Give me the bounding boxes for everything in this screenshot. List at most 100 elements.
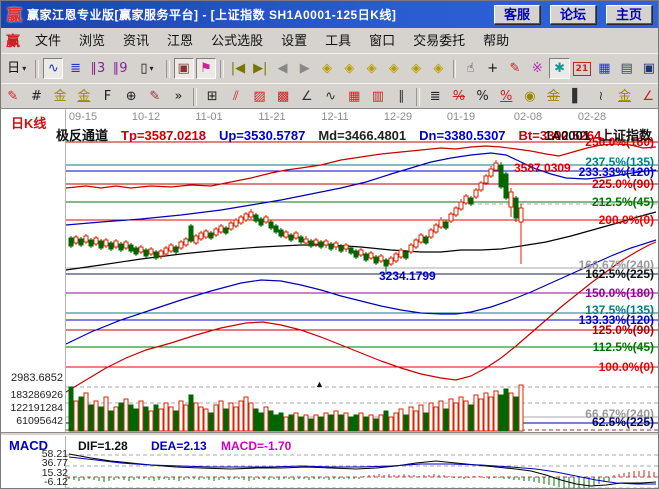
candle-style-button[interactable]: ▯▾: [132, 58, 161, 79]
red-grid-b-icon: ▥: [372, 90, 384, 103]
channel-tp-value: Tp=3587.0218: [121, 128, 206, 143]
gold-grid-b-icon: 金: [77, 90, 90, 103]
candle-style-icon: ▯: [140, 62, 147, 75]
percent-strike-icon: %: [453, 90, 465, 103]
menu-item-8[interactable]: 交易委托: [404, 29, 474, 53]
customer-service-button[interactable]: 客服: [494, 5, 540, 24]
menu-item-3[interactable]: 江恩: [158, 29, 202, 53]
gann-grid-icon: #: [31, 90, 42, 103]
date-tick-10-12: 10-12: [132, 111, 160, 123]
menu-item-6[interactable]: 工具: [316, 29, 360, 53]
calculator-button[interactable]: ▦: [594, 58, 614, 79]
date-tick-01-19: 01-19: [447, 111, 475, 123]
forum-button[interactable]: 论坛: [550, 5, 596, 24]
diamond-shift-right-button[interactable]: ◈: [317, 58, 337, 79]
toolbar-separator: [193, 88, 197, 106]
annotate-pen-icon: ✎: [149, 90, 160, 103]
kline-style-icon: 日: [7, 62, 20, 75]
next-page-button[interactable]: ▶: [295, 58, 315, 79]
menu-item-7[interactable]: 窗口: [360, 29, 404, 53]
diamond-expand-h-button[interactable]: ◈: [406, 58, 426, 79]
diamond-close-button[interactable]: ◈: [384, 58, 404, 79]
trend-chart-button[interactable]: ∿: [43, 58, 63, 79]
channel-flag-button[interactable]: ⚑: [196, 58, 216, 79]
gold-strike-button[interactable]: 金: [543, 86, 565, 107]
gold-grid-a-button[interactable]: 金: [49, 86, 71, 107]
app-logo-icon: 赢: [7, 4, 22, 25]
menu-item-0[interactable]: 文件: [26, 29, 70, 53]
compass-tool-icon: ※: [532, 62, 543, 75]
menu-item-4[interactable]: 公式选股: [202, 29, 272, 53]
multiday-3-button[interactable]: ∥3: [88, 58, 108, 79]
fan-box-button[interactable]: ▨: [249, 86, 271, 107]
gann-fan-button[interactable]: ⫽: [225, 86, 247, 107]
save-icon: ▣: [643, 62, 655, 75]
percent-line-button[interactable]: %: [495, 86, 517, 107]
price-bars-icon: ≣: [430, 90, 441, 103]
gold-grid-b-button[interactable]: 金: [73, 86, 95, 107]
annotate-pen-button[interactable]: ✎: [144, 86, 166, 107]
diamond-compress-icon: ◈: [367, 62, 377, 75]
multiday-9-icon: ∥9: [113, 62, 128, 75]
channel-md-value: Md=3466.4801: [318, 128, 406, 143]
dropdown-caret-icon: ▾: [22, 65, 26, 73]
app-window: 赢 赢家江恩专业版[赢家服务平台] - [上证指数 SH1A0001-125日K…: [0, 0, 659, 489]
parallel-lines-button[interactable]: ∥: [391, 86, 413, 107]
candle-pen-button[interactable]: ▌: [566, 86, 588, 107]
last-page-button[interactable]: ▶|: [250, 58, 270, 79]
calendar-button[interactable]: 21: [572, 58, 593, 79]
quote-list-button[interactable]: ≣: [65, 58, 85, 79]
percent-button[interactable]: %: [472, 86, 494, 107]
f-grid-button[interactable]: F: [97, 86, 119, 107]
symbol-name: 上证指数: [600, 128, 652, 143]
pattern-box-button[interactable]: ▩: [272, 86, 294, 107]
more-tools-button[interactable]: »: [168, 86, 190, 107]
diamond-shift-left-button[interactable]: ◈: [339, 58, 359, 79]
compass-tool-button[interactable]: ※: [527, 58, 547, 79]
price-bars-button[interactable]: ≣: [424, 86, 446, 107]
window-title: 赢家江恩专业版[赢家服务平台] - [上证指数 SH1A0001-125日K线]: [27, 6, 396, 23]
toolbar-drawing: ✎#金金F⊕✎»⊞⫽▨▩∠∿▦▥∥≣%%%◉金▌≀金∠: [1, 83, 659, 110]
gann-grid-button[interactable]: #: [26, 86, 48, 107]
angle-tool-button[interactable]: ∠: [637, 86, 659, 107]
menu-item-9[interactable]: 帮助: [474, 29, 518, 53]
multiday-3-icon: ∥3: [90, 62, 105, 75]
title-bar[interactable]: 赢 赢家江恩专业版[赢家服务平台] - [上证指数 SH1A0001-125日K…: [1, 1, 659, 28]
red-grid-b-button[interactable]: ▥: [367, 86, 389, 107]
zigzag-button[interactable]: ∿: [320, 86, 342, 107]
pane-separator[interactable]: [1, 432, 659, 436]
more-tools-icon: »: [175, 90, 183, 103]
crosshair-tool-icon: +: [487, 62, 498, 75]
draw-brush-button[interactable]: ✎: [2, 86, 24, 107]
diamond-expand-v-button[interactable]: ◈: [428, 58, 448, 79]
indicator-panel-icon: ▣: [177, 62, 189, 75]
hand-tool-button[interactable]: ☝: [460, 58, 480, 79]
kline-style-button[interactable]: 日▾: [2, 58, 31, 79]
menu-item-5[interactable]: 设置: [272, 29, 316, 53]
wave-tool-button[interactable]: ≀: [590, 86, 612, 107]
home-button[interactable]: 主页: [606, 5, 652, 24]
red-grid-a-button[interactable]: ▦: [343, 86, 365, 107]
cloud-indicator-button[interactable]: ✱: [549, 58, 569, 79]
menu-item-2[interactable]: 资讯: [114, 29, 158, 53]
diamond-expand-h-icon: ◈: [411, 62, 421, 75]
crosshair-tool-button[interactable]: +: [483, 58, 503, 79]
save-button[interactable]: ▣: [639, 58, 659, 79]
gold-underline-button[interactable]: 金: [614, 86, 636, 107]
low-price-label: 3234.1799: [379, 269, 436, 283]
prev-page-button[interactable]: ◀: [272, 58, 292, 79]
percent-strike-button[interactable]: %: [448, 86, 470, 107]
multiday-9-button[interactable]: ∥9: [110, 58, 130, 79]
diamond-compress-button[interactable]: ◈: [361, 58, 381, 79]
grid-window-button[interactable]: ⊞: [201, 86, 223, 107]
gold-circle-button[interactable]: ◉: [519, 86, 541, 107]
indicator-panel-button[interactable]: ▣: [174, 58, 194, 79]
first-page-button[interactable]: |◀: [228, 58, 248, 79]
gann-wheel-button[interactable]: ⊕: [120, 86, 142, 107]
percent-icon: %: [476, 90, 488, 103]
angle-lines-button[interactable]: ∠: [296, 86, 318, 107]
notes-button[interactable]: ▤: [616, 58, 636, 79]
draw-line-tool-button[interactable]: ✎: [505, 58, 525, 79]
gann-wheel-icon: ⊕: [126, 90, 137, 103]
menu-item-1[interactable]: 浏览: [70, 29, 114, 53]
